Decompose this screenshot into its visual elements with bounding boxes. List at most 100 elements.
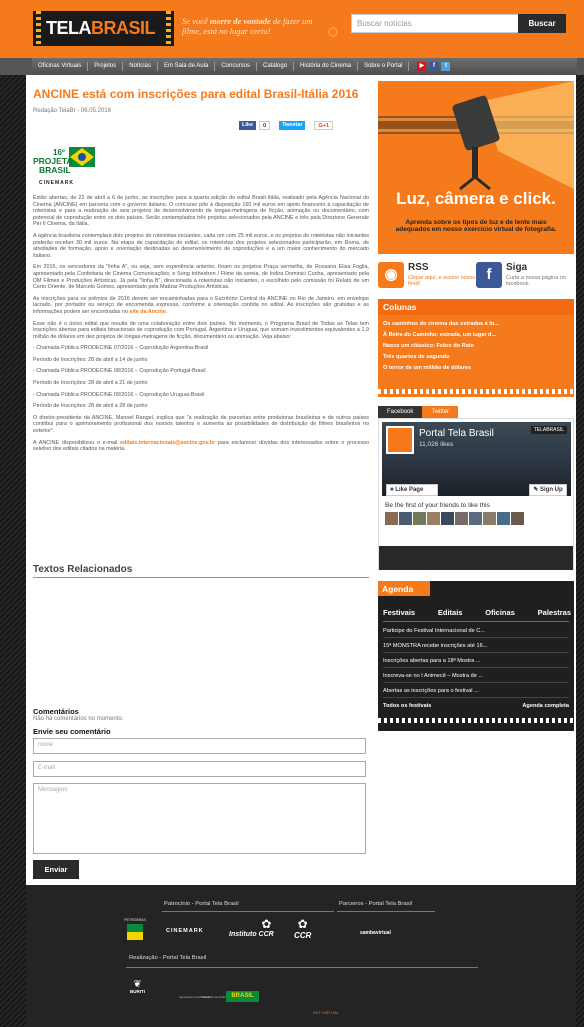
avatar (511, 512, 524, 525)
sponsor-title: Patrocínio - Portal Tela Brasil (164, 901, 239, 907)
fb-first-friends: Be the first of your friends to like thi… (385, 502, 490, 509)
tab-editais[interactable]: Editais (438, 608, 463, 617)
avatar (455, 512, 468, 525)
ancine-site-link[interactable]: site da Ancine (130, 309, 166, 315)
paragraph: Período de Inscrições: 28 de abril a 14 … (33, 356, 148, 363)
search-button[interactable]: Buscar (518, 14, 566, 33)
comments-section: Comentários Não há comentários no moment… (33, 707, 369, 736)
site-logo[interactable]: TELABRASIL (33, 11, 174, 46)
full-agenda-link[interactable]: Agenda completa (522, 703, 569, 709)
tab-oficinas[interactable]: Oficinas (485, 608, 515, 617)
tab-twitter[interactable]: Twitter (422, 406, 459, 418)
colunas-item[interactable]: Os caminhos do cinema das estradas à In.… (378, 319, 574, 330)
projeta-brasil-logo: 16º PROJETA BRASIL CINEMARK (33, 143, 99, 187)
developer-credit[interactable]: DV7 VIRTUAL (313, 1010, 339, 1015)
ccr-logo: ✿ CCR (294, 917, 311, 940)
divider (337, 911, 435, 912)
nav-item-catalogo[interactable]: Catálogo (257, 62, 295, 71)
cultura-logo: Ministério da Cultura (202, 995, 228, 999)
paragraph: - Chamada Pública PRODECINE 07/2016 – Co… (33, 345, 209, 352)
rss-block[interactable]: ◉ RSS Clique aqui, e assine nosso feed! (378, 262, 475, 290)
youtube-icon[interactable]: ▶ (417, 62, 427, 71)
all-festivals-link[interactable]: Todos os festivais (383, 703, 431, 709)
tweet-button[interactable]: Tweetar (279, 121, 306, 130)
agenda-item[interactable]: 15ª MONSTRA recebe inscrições até 16... (383, 639, 569, 653)
instituto-ccr-text: Instituto CCR (229, 931, 274, 938)
nav-item-sobre[interactable]: Sobre o Portal (358, 62, 410, 71)
colunas-item[interactable]: Nasce um clássico: Febre do Rato (378, 341, 574, 352)
no-comments-text: Não há comentários no momento. (33, 716, 124, 722)
siga-block[interactable]: f Siga Curta a nossa página no facebook. (476, 262, 572, 290)
paragraph-end: . (165, 308, 168, 315)
paragraph: A agência brasileira contemplará dois pr… (33, 232, 369, 259)
colunas-item[interactable]: Três quartos de segundo (378, 352, 574, 363)
agenda-item[interactable]: Inscrições abertas para a 18ª Mostra ... (383, 654, 569, 668)
article-meta: Redação TelaBr - 06.05.2016 (33, 108, 111, 114)
site-header: TELABRASIL Se você morre de vontade de f… (0, 0, 584, 58)
ad-subtitle: Aprenda sobre os tipos de luz e de lente… (395, 219, 557, 233)
search-input[interactable]: Buscar notícias (351, 14, 519, 33)
ad-banner[interactable]: Luz, câmera e click. Aprenda sobre os ti… (378, 81, 574, 254)
avatar (399, 512, 412, 525)
avatar (483, 512, 496, 525)
logo-text: TELABRASIL (46, 18, 156, 39)
facebook-icon[interactable]: f (429, 62, 439, 71)
agenda-item[interactable]: Inscreva-se no I Animecê – Mostra de ... (383, 669, 569, 683)
paragraph: Esse não é o único edital que resulta de… (33, 320, 369, 340)
slogan-b: morre de vontade (209, 16, 271, 26)
message-field[interactable]: Mensagem (33, 783, 366, 854)
fb-likes: 11,026 likes (419, 441, 454, 448)
colunas-title: Colunas (378, 299, 574, 315)
tab-facebook[interactable]: Facebook (378, 406, 423, 418)
nav-item-historia[interactable]: História do Cinema (294, 62, 359, 71)
twitter-icon[interactable]: t (441, 62, 451, 71)
ccr-swirl-icon: ✿ (261, 917, 272, 931)
nav-item-noticias[interactable]: Notícias (123, 62, 158, 71)
fb-thumb-icon: ■ (390, 487, 394, 493)
colunas-box: Colunas Os caminhos do cinema das estrad… (378, 299, 574, 397)
realization-title: Realização - Portal Tela Brasil (129, 955, 207, 961)
avatar (385, 512, 398, 525)
article-title: ANCINE está com inscrições para edital B… (33, 87, 359, 101)
colunas-item[interactable]: À Beira do Caminho: estrada, um lugar d.… (378, 330, 574, 341)
paragraph: A ANCINE disponibilizou o e-mail editais… (33, 440, 369, 453)
gplus-button[interactable]: G+1 (314, 121, 334, 130)
fb-like-page-button[interactable]: ■ Like Page (386, 484, 438, 496)
tab-palestras[interactable]: Palestras (538, 608, 571, 617)
paragraph: Período de Inscrições: 28 de abril a 21 … (33, 380, 148, 387)
petrobras-text: PETROBRAS (124, 918, 146, 922)
email-link[interactable]: editais.internacionais@ancine.gov.br (120, 440, 215, 446)
avatar (469, 512, 482, 525)
fb-signup-button[interactable]: ✎ Sign Up (529, 484, 567, 496)
site-footer: Patrocínio - Portal Tela Brasil Parceiro… (26, 885, 576, 1027)
send-comment-title: Envie seu comentário (33, 727, 111, 736)
facebook-widget: Facebook Twitter Portal Tela Brasil 11,0… (378, 406, 574, 570)
related-title: Textos Relacionados (33, 564, 133, 575)
nav-item-concursos[interactable]: Concursos (215, 62, 258, 71)
submit-comment-button[interactable]: Enviar (33, 860, 79, 879)
tab-festivais[interactable]: Festivais (383, 608, 415, 617)
like-label: Like (242, 122, 254, 128)
nav-item-sala-de-aula[interactable]: Em Sala de Aula (158, 62, 216, 71)
governo-brasil-logo: BRASIL (226, 991, 259, 1002)
nav-item-projetos[interactable]: Projetos (88, 62, 124, 71)
article-body: Estão abertas, de 22 de abril a 6 de jun… (33, 195, 369, 458)
agenda-item[interactable]: Participe do Festival Internacional de C… (383, 624, 569, 638)
name-field[interactable]: nome (33, 738, 366, 754)
nav-item-oficinas[interactable]: Oficinas Virtuais (32, 62, 89, 71)
fb-like-button[interactable]: Like (239, 121, 257, 130)
avatar (441, 512, 454, 525)
agenda-title: Agenda (378, 581, 430, 596)
spotlight-illustration (378, 81, 574, 191)
paragraph: O diretor-presidente da ANCINE, Manoel R… (33, 414, 369, 435)
ad-headline: Luz, câmera e click. (396, 189, 556, 208)
email-field[interactable]: E-mail (33, 761, 366, 777)
avatar (413, 512, 426, 525)
paragraph: Estão abertas, de 22 de abril a 6 de jun… (33, 195, 369, 228)
colunas-item[interactable]: O terror de um milhão de dólares (378, 363, 574, 374)
sign-up-label: Sign Up (540, 487, 563, 493)
agenda-item[interactable]: Abertas as inscrições para o festival ..… (383, 684, 569, 698)
buriti-logo: ❦ BURITI (130, 980, 145, 995)
fb-page-name[interactable]: Portal Tela Brasil (419, 428, 494, 439)
facebook-icon: f (476, 262, 502, 288)
